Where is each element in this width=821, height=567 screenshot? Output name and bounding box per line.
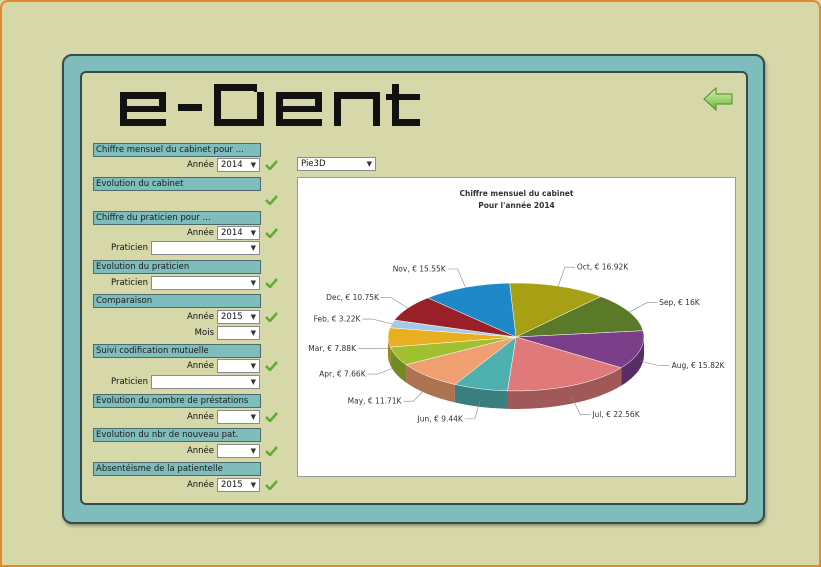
checkmark-icon[interactable] — [265, 445, 278, 456]
label-connector — [380, 297, 409, 309]
checkmark-icon[interactable] — [265, 411, 278, 422]
back-arrow-icon[interactable] — [702, 86, 734, 112]
slice-label: Jun, € 9.44K — [417, 414, 464, 423]
slice-label: Nov, € 15.55K — [393, 264, 447, 273]
checkmark-icon[interactable] — [265, 194, 278, 205]
checkmark-icon[interactable] — [265, 479, 278, 490]
practitioner-label: Praticien — [110, 278, 148, 288]
practitioner-label: Praticien — [110, 243, 148, 253]
services-count-header: Evolution du nombre de préstations — [93, 394, 261, 408]
slice-label: Jul, € 22.56K — [591, 410, 640, 419]
absenteeism-header: Absentéisme de la patientelle — [93, 462, 261, 476]
label-connector — [447, 268, 466, 288]
year-label: Année — [186, 312, 214, 322]
year-label: Année — [186, 160, 214, 170]
e-dent-logo — [120, 84, 420, 126]
label-connector — [640, 360, 670, 367]
absenteeism-year-select[interactable]: 2015 ▼ — [217, 478, 260, 492]
slice-label: May, € 11.71K — [348, 397, 403, 406]
label-connector — [629, 302, 658, 313]
label-connector — [557, 266, 575, 287]
mutual-coding-practitioner-select[interactable]: ▼ — [151, 375, 260, 389]
slice-label: Mar, € 7.88K — [308, 344, 357, 353]
pie-chart-panel: Chiffre mensuel du cabinet Pour l'année … — [297, 177, 736, 477]
year-label: Année — [186, 228, 214, 238]
mutual-coding-year-select[interactable]: ▼ — [217, 359, 260, 373]
comparison-header: Comparaison — [93, 294, 261, 308]
slice-label: Oct, € 16.92K — [577, 263, 629, 272]
checkmark-icon[interactable] — [265, 360, 278, 371]
chart-type-select[interactable]: Pie3D ▼ — [297, 157, 376, 171]
practitioner-revenue-header: Chiffre du praticien pour ... — [93, 211, 261, 225]
year-label: Année — [186, 361, 214, 371]
slice-label: Apr, € 7.66K — [319, 370, 367, 379]
practitioner-evolution-select[interactable]: ▼ — [151, 276, 260, 290]
new-patients-header: Evolution du nbr de nouveau pat. — [93, 428, 261, 442]
year-label: Année — [186, 480, 214, 490]
checkmark-icon[interactable] — [265, 227, 278, 238]
pie-chart: Oct, € 16.92K Sep, € 16K Aug, € 15.82K Jul,… — [308, 263, 726, 424]
comparison-year-select[interactable]: 2015 ▼ — [217, 310, 260, 324]
month-label: Mois — [194, 328, 214, 338]
checkmark-icon[interactable] — [265, 277, 278, 288]
cabinet-evolution-header: Evolution du cabinet — [93, 177, 261, 191]
services-count-year-select[interactable]: ▼ — [217, 410, 260, 424]
mutual-coding-header: Suivi codification mutuelle — [93, 344, 261, 358]
practitioner-label: Praticien — [110, 377, 148, 387]
monthly-cabinet-header: Chiffre mensuel du cabinet pour ... — [93, 143, 261, 157]
checkmark-icon[interactable] — [265, 159, 278, 170]
comparison-month-select[interactable]: ▼ — [217, 326, 260, 340]
year-label: Année — [186, 446, 214, 456]
slice-label: Sep, € 16K — [659, 298, 701, 307]
checkmark-icon[interactable] — [265, 311, 278, 322]
new-patients-year-select[interactable]: ▼ — [217, 444, 260, 458]
slice-label: Aug, € 15.82K — [672, 361, 726, 370]
slice-label: Feb, € 3.22K — [314, 315, 362, 324]
practitioner-revenue-year-select[interactable]: 2014 ▼ — [217, 226, 260, 240]
year-label: Année — [186, 412, 214, 422]
slice-label: Dec, € 10.75K — [326, 293, 380, 302]
label-connector — [362, 318, 392, 325]
practitioner-revenue-practitioner-select[interactable]: ▼ — [151, 241, 260, 255]
practitioner-evolution-header: Evolution du praticien — [93, 260, 261, 274]
monthly-cabinet-year-select[interactable]: 2014 ▼ — [217, 158, 260, 172]
